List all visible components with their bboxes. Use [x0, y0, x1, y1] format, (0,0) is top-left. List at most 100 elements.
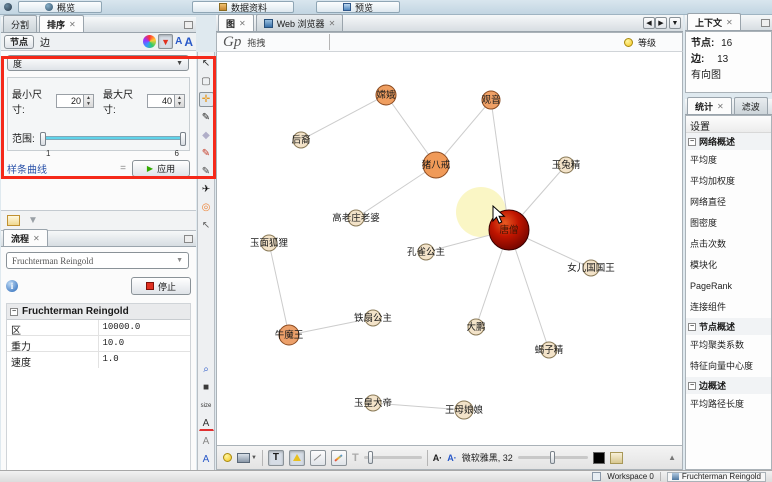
- property-row[interactable]: 重力 10.0: [7, 336, 190, 353]
- tab-layout[interactable]: 流程 ✕: [3, 229, 48, 246]
- tab-filters[interactable]: 滤波: [733, 97, 768, 114]
- spline-link[interactable]: 样条曲线: [7, 161, 47, 176]
- drag-tool-label[interactable]: 拖拽: [247, 36, 265, 49]
- property-row[interactable]: 区 10000.0: [7, 320, 191, 337]
- spinner-arrows-icon[interactable]: ▲ ▼: [83, 95, 93, 107]
- default-label-color-swatch[interactable]: [592, 451, 605, 464]
- color-wheel-icon[interactable]: [143, 35, 157, 48]
- reset-zoom-airplane-icon[interactable]: ✈: [199, 182, 214, 197]
- filter-funnel-icon[interactable]: ▼: [28, 215, 38, 226]
- tab-ranking[interactable]: 排序 ✕: [39, 15, 84, 32]
- collapse-icon[interactable]: −: [688, 381, 696, 390]
- apply-button[interactable]: ▶ 应用: [132, 160, 190, 177]
- stats-item[interactable]: 网络直径: [686, 192, 771, 213]
- tab-context[interactable]: 上下文 ✕: [687, 13, 741, 30]
- close-icon[interactable]: ✕: [33, 234, 40, 243]
- label-color-icon[interactable]: A: [175, 36, 182, 47]
- range-slider[interactable]: [39, 131, 186, 146]
- rect-select-icon[interactable]: ▢: [199, 74, 214, 89]
- range-slider-handle-max[interactable]: [180, 131, 186, 146]
- stats-item[interactable]: 连接组件: [686, 297, 771, 318]
- label-color-mode-button[interactable]: [288, 449, 305, 466]
- graph-canvas[interactable]: 嫦娥 观音 后裔 猪八戒 玉兔精 高老庄老婆 玉面狐狸 孔雀公主 唐僧 女儿国国王 牛魔王 铁扇公主大…: [216, 52, 683, 445]
- edit-node-icon[interactable]: ↖: [199, 218, 214, 233]
- close-icon[interactable]: ✕: [726, 18, 733, 27]
- node-font-button[interactable]: A·: [433, 453, 443, 463]
- tab-statistics[interactable]: 统计 ✕: [687, 97, 732, 114]
- stats-item[interactable]: 模块化: [686, 255, 771, 276]
- edge-label-size-icon[interactable]: T: [352, 452, 359, 464]
- tab-prev-icon[interactable]: ◀: [643, 17, 655, 29]
- close-icon[interactable]: ✕: [69, 20, 76, 29]
- property-row[interactable]: 速度 1.0: [7, 352, 190, 369]
- size-ranking-icon[interactable]: ▼: [158, 34, 174, 49]
- label-font-a-icon[interactable]: A: [199, 452, 214, 467]
- spinner-arrows-icon[interactable]: ▲ ▼: [174, 95, 184, 107]
- edge-pencil-icon[interactable]: ✎: [199, 110, 214, 125]
- attributes-palette-icon[interactable]: [609, 451, 623, 464]
- min-size-spinner[interactable]: 20 ▲ ▼: [56, 94, 94, 108]
- heatmap-icon[interactable]: ◎: [199, 200, 214, 215]
- collapse-icon[interactable]: −: [688, 137, 696, 146]
- context-bulb-icon[interactable]: [223, 453, 232, 462]
- tab-overview[interactable]: 概览: [18, 1, 103, 13]
- zoom-magnifier-icon[interactable]: ⌕: [199, 362, 214, 377]
- collapse-icon[interactable]: −: [688, 322, 696, 331]
- stats-item[interactable]: 点击次数: [686, 234, 771, 255]
- tab-web-browser[interactable]: Web 浏览器 ✕: [255, 14, 344, 31]
- minimize-icon[interactable]: [184, 21, 193, 29]
- size-label[interactable]: size: [199, 398, 214, 413]
- screenshot-button[interactable]: ▼: [237, 452, 257, 463]
- close-icon[interactable]: ✕: [329, 19, 336, 28]
- stats-section-header[interactable]: − 节点概述: [686, 318, 771, 335]
- stats-item[interactable]: 平均度: [686, 150, 771, 171]
- auto-apply-icon[interactable]: =: [120, 163, 126, 174]
- edge-scale-slider[interactable]: [363, 451, 422, 464]
- edge-color-button[interactable]: [330, 449, 347, 466]
- stats-item[interactable]: 特征向量中心度: [686, 356, 771, 377]
- minimize-icon[interactable]: [761, 19, 770, 27]
- close-icon[interactable]: ✕: [239, 19, 246, 28]
- property-value[interactable]: 10000.0: [99, 320, 191, 335]
- max-size-spinner[interactable]: 40 ▲ ▼: [147, 94, 185, 108]
- edges-button[interactable]: 边: [36, 34, 54, 49]
- tab-next-icon[interactable]: ▶: [655, 17, 667, 29]
- stats-item[interactable]: 图密度: [686, 213, 771, 234]
- label-color-a-icon[interactable]: A: [198, 416, 214, 431]
- tab-list-icon[interactable]: ▼: [669, 17, 681, 29]
- stats-section-header[interactable]: − 边概述: [686, 377, 771, 394]
- tab-data-laboratory[interactable]: 数据资料: [192, 1, 295, 13]
- edge-thickness-button[interactable]: [309, 449, 326, 466]
- label-size-icon[interactable]: A: [184, 35, 193, 49]
- tab-preview[interactable]: 预览: [316, 1, 401, 13]
- stats-item[interactable]: 平均加权度: [686, 171, 771, 192]
- minimize-icon[interactable]: [184, 235, 193, 243]
- stats-item[interactable]: PageRank: [686, 276, 771, 297]
- tab-graph[interactable]: 图 ✕: [218, 14, 254, 31]
- font-name-label[interactable]: 微软雅黑, 32: [462, 451, 513, 464]
- drag-tool-icon[interactable]: ✛: [198, 92, 214, 107]
- workspace-label[interactable]: Workspace 0: [607, 472, 654, 481]
- layout-status-chip[interactable]: Fruchterman Reingold: [666, 471, 766, 482]
- info-icon[interactable]: i: [6, 280, 18, 292]
- layout-properties-header[interactable]: − Fruchterman Reingold: [7, 304, 190, 320]
- fixed-font-button[interactable]: A·: [447, 453, 457, 463]
- tab-partition[interactable]: 分割: [3, 15, 38, 32]
- painter-icon[interactable]: ✎: [199, 146, 214, 161]
- stop-button[interactable]: 停止: [131, 277, 191, 295]
- metric-dropdown[interactable]: 度 ▼: [7, 55, 189, 71]
- layout-algorithm-dropdown[interactable]: Fruchterman Reingold ▼: [6, 252, 189, 269]
- collapse-icon[interactable]: −: [10, 307, 18, 316]
- result-list-icon[interactable]: [7, 215, 20, 226]
- stats-item[interactable]: 平均路径长度: [686, 394, 771, 415]
- shortest-path-icon[interactable]: ◆: [199, 128, 214, 143]
- settings-button[interactable]: 设置: [686, 116, 771, 133]
- label-plain-a-icon[interactable]: A: [199, 434, 214, 449]
- node-pencil-icon[interactable]: ✎: [199, 164, 214, 179]
- nodes-button[interactable]: 节点: [4, 34, 35, 49]
- font-size-slider[interactable]: [517, 451, 588, 464]
- network-graph[interactable]: 嫦娥 观音后裔猪八戒 玉兔精高老庄老婆玉面狐狸孔雀公主 唐僧女儿国国王牛魔王 铁扇公主大…: [217, 52, 684, 445]
- mouse-select-icon[interactable]: ↖: [199, 56, 214, 71]
- stats-section-header[interactable]: − 网络概述: [686, 133, 771, 150]
- show-labels-toggle[interactable]: T: [267, 449, 284, 466]
